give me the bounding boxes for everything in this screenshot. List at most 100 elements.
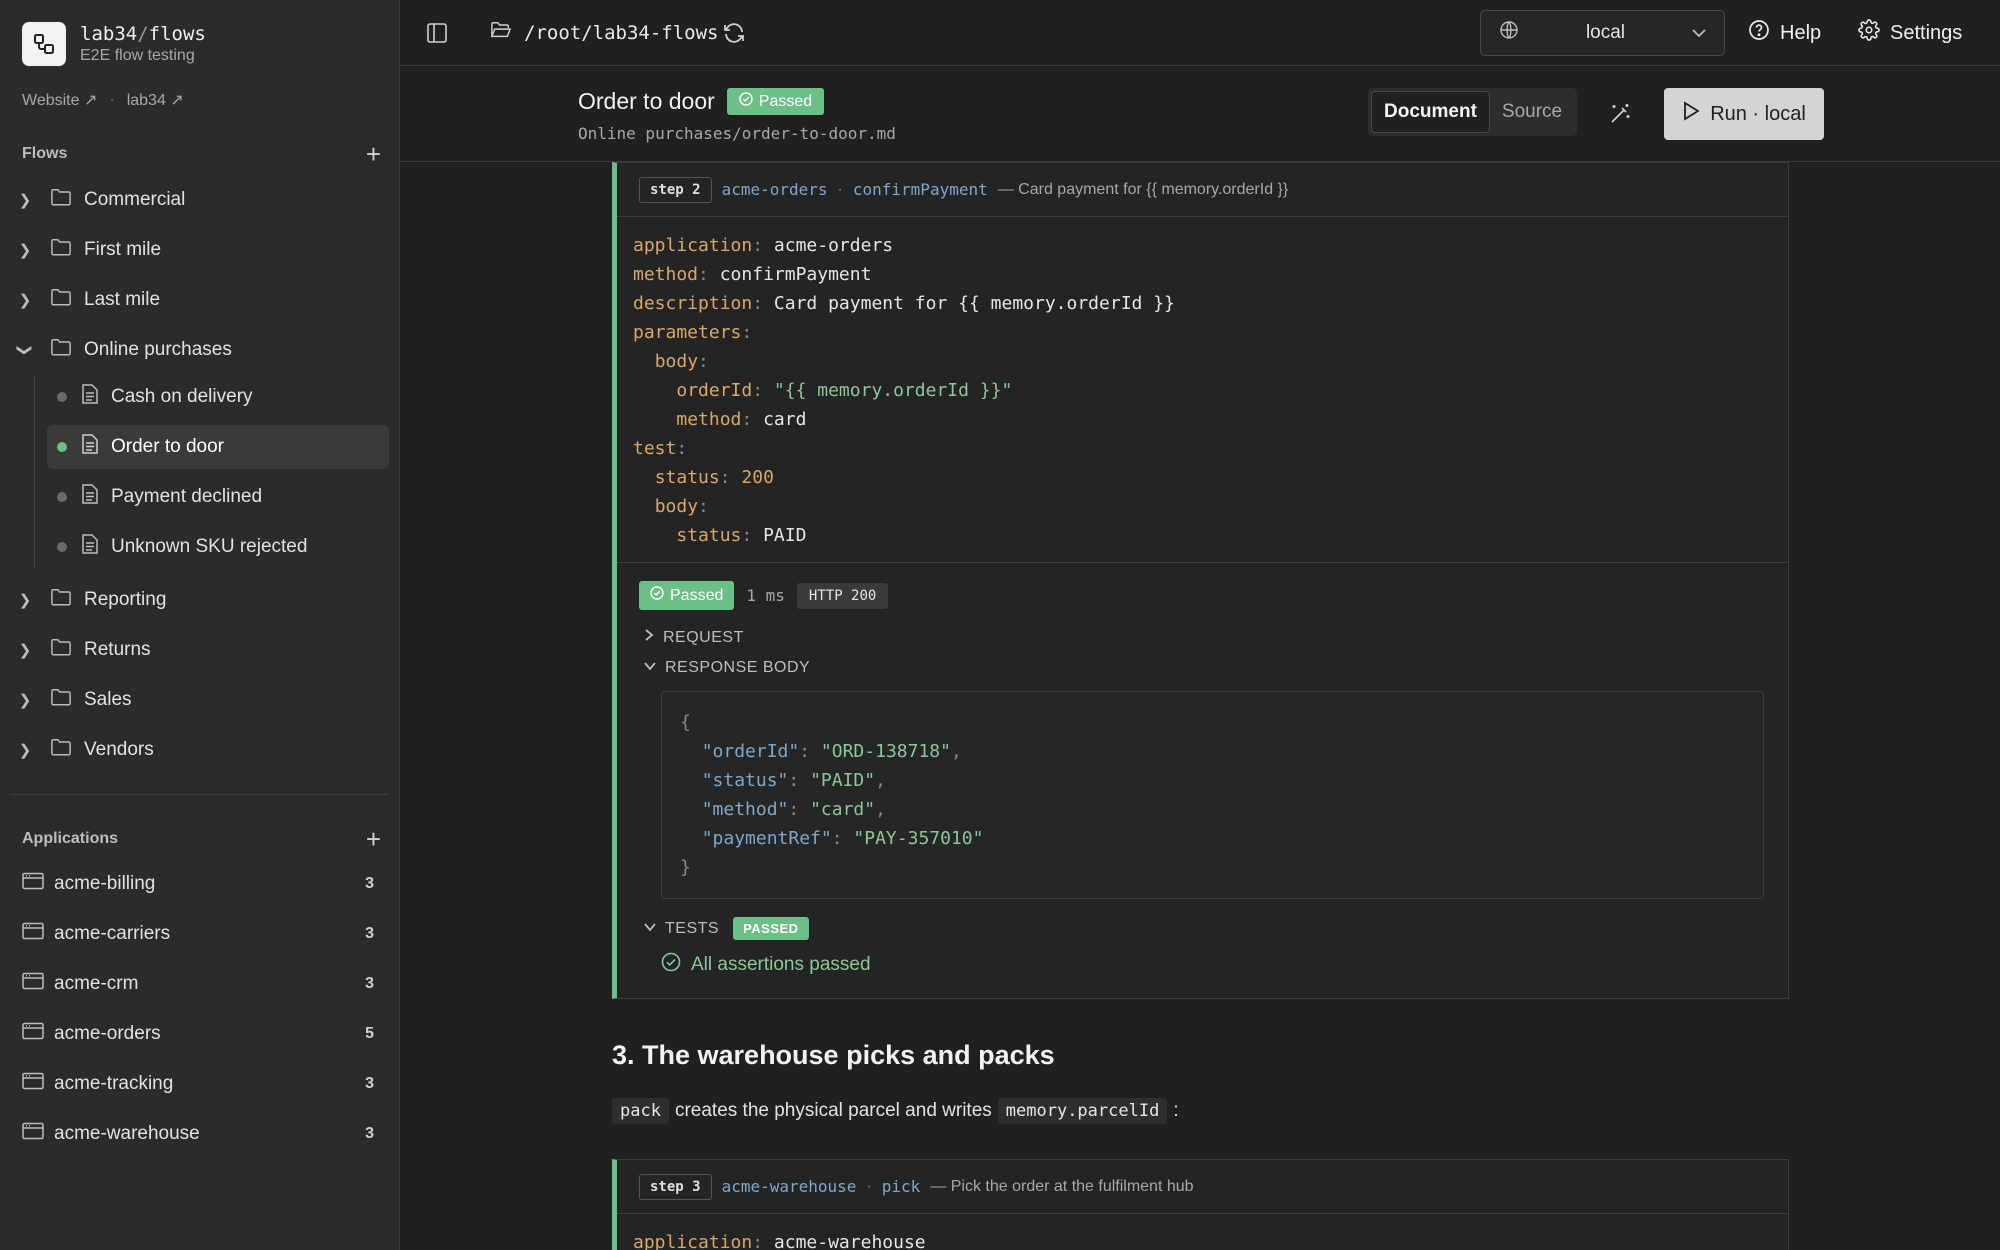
window-icon — [22, 922, 44, 946]
chevron-down-icon — [1692, 22, 1706, 44]
check-circle-icon — [739, 92, 753, 111]
folder-icon — [50, 337, 72, 363]
window-icon — [22, 1072, 44, 1096]
folder-sales[interactable]: ❯ Sales — [0, 678, 390, 722]
application-item-acme-warehouse[interactable]: acme-warehouse 3 — [0, 1112, 400, 1156]
folder-first-mile[interactable]: ❯ First mile — [0, 228, 390, 272]
step-description: — Pick the order at the fulfilment hub — [930, 1177, 1194, 1195]
folder-label: Reporting — [84, 589, 167, 610]
flow-item-label: Unknown SKU rejected — [111, 536, 308, 557]
step-yaml: application: acme-orders method: confirm… — [633, 235, 1175, 546]
flows-title: Flows — [22, 145, 68, 162]
tests-label: TESTS — [665, 919, 720, 937]
workspace-path[interactable]: /root/lab34-flows — [490, 20, 718, 46]
step-card-3: step 3 acme-warehouse · pick — Pick the … — [612, 1159, 1789, 1250]
application-label: acme-carriers — [54, 923, 171, 944]
response-body-json: { "orderId": "ORD-138718", "status": "PA… — [661, 691, 1764, 899]
paragraph-tail: : — [1173, 1100, 1179, 1121]
document-path: Online purchases/order-to-door.md — [578, 124, 896, 143]
play-icon — [1682, 101, 1700, 127]
folder-reporting[interactable]: ❯ Reporting — [0, 578, 390, 622]
application-item-acme-crm[interactable]: acme-crm 3 — [0, 962, 400, 1006]
chevron-right-icon: ❯ — [18, 642, 32, 659]
flows-header: Flows + — [22, 141, 381, 167]
application-item-acme-tracking[interactable]: acme-tracking 3 — [0, 1062, 400, 1106]
help-icon — [1748, 19, 1770, 47]
tree-guide-line — [34, 376, 35, 568]
step-method-link[interactable]: pick — [882, 1177, 921, 1196]
external-link-icon: ↗ — [170, 92, 184, 109]
step-number-badge: step 2 — [639, 176, 712, 203]
folder-online-purchases[interactable]: ❯ Online purchases — [0, 328, 390, 372]
refresh-icon[interactable] — [722, 21, 746, 45]
magic-wand-icon[interactable] — [1608, 102, 1632, 132]
tests-toggle[interactable]: TESTS PASSED — [639, 917, 1766, 940]
application-count: 3 — [365, 925, 374, 942]
flow-item-label: Cash on delivery — [111, 386, 253, 407]
tests-status-badge: PASSED — [733, 917, 809, 940]
page-title: Order to door — [578, 88, 715, 114]
settings-button[interactable]: Settings — [1858, 10, 1962, 56]
response-body-toggle[interactable]: RESPONSE BODY — [639, 659, 1766, 677]
request-label: REQUEST — [663, 628, 744, 646]
step-application-link[interactable]: acme-warehouse — [722, 1177, 857, 1196]
run-button-label: Run · local — [1710, 102, 1806, 125]
flow-item-cash-on-delivery[interactable]: Cash on delivery — [47, 375, 389, 419]
applications-title: Applications — [22, 830, 119, 847]
status-badge-label: Passed — [758, 92, 813, 110]
step-number-badge: step 3 — [639, 1173, 712, 1200]
environment-select[interactable]: local — [1480, 10, 1725, 56]
tab-document[interactable]: Document — [1371, 91, 1490, 133]
globe-icon — [1499, 20, 1519, 46]
folder-vendors[interactable]: ❯ Vendors — [0, 728, 390, 772]
application-item-acme-orders[interactable]: acme-orders 5 — [0, 1012, 400, 1056]
add-application-button[interactable]: + — [366, 826, 381, 852]
folder-label: Online purchases — [84, 339, 232, 360]
request-toggle[interactable]: REQUEST — [639, 628, 1766, 647]
step-description: — Card payment for {{ memory.orderId }} — [997, 180, 1289, 198]
assertions-result: All assertions passed — [661, 952, 1766, 998]
environment-value: local — [1585, 22, 1626, 43]
run-button[interactable]: Run · local — [1664, 88, 1824, 140]
folder-icon — [50, 637, 72, 663]
folder-label: Vendors — [84, 739, 154, 760]
application-item-acme-billing[interactable]: acme-billing 3 — [0, 862, 400, 906]
brand[interactable]: lab34/flows E2E flow testing — [22, 22, 206, 66]
folder-returns[interactable]: ❯ Returns — [0, 628, 390, 672]
folder-last-mile[interactable]: ❯ Last mile — [0, 278, 390, 322]
step-separator: · — [837, 180, 843, 198]
file-icon — [81, 483, 99, 511]
file-icon — [81, 383, 99, 411]
help-button[interactable]: Help — [1748, 10, 1821, 56]
folder-commercial[interactable]: ❯ Commercial — [0, 178, 390, 222]
application-label: acme-tracking — [54, 1073, 174, 1094]
chevron-right-icon — [643, 628, 655, 647]
step-application-link[interactable]: acme-orders — [722, 180, 828, 199]
folder-label: Sales — [84, 689, 132, 710]
step-card-2: step 2 acme-orders · confirmPayment — Ca… — [612, 162, 1789, 999]
add-flow-button[interactable]: + — [366, 141, 381, 167]
section-heading: 3. The warehouse picks and packs — [612, 1040, 1055, 1070]
website-link[interactable]: Website ↗ — [22, 90, 97, 110]
chevron-right-icon: ❯ — [18, 692, 32, 709]
chevron-right-icon: ❯ — [18, 592, 32, 609]
tab-source[interactable]: Source — [1490, 92, 1574, 132]
chevron-right-icon: ❯ — [18, 192, 32, 209]
flow-item-order-to-door[interactable]: Order to door — [47, 425, 389, 469]
check-circle-icon — [661, 952, 681, 978]
step-result: Passed 1 ms HTTP 200 REQUEST RESPONSE BO… — [617, 562, 1788, 998]
inline-code: memory.parcelId — [997, 1098, 1168, 1124]
application-item-acme-carriers[interactable]: acme-carriers 3 — [0, 912, 400, 956]
toggle-sidebar-icon[interactable] — [426, 22, 448, 44]
lab34-link[interactable]: lab34 ↗ — [127, 90, 184, 110]
inline-code: pack — [612, 1098, 669, 1124]
chevron-down-icon — [643, 920, 657, 938]
step-method-link[interactable]: confirmPayment — [853, 180, 988, 199]
link-separator: · — [109, 91, 115, 108]
folder-label: Last mile — [84, 289, 161, 310]
chevron-right-icon: ❯ — [18, 292, 32, 309]
application-count: 3 — [365, 1075, 374, 1092]
flow-item-payment-declined[interactable]: Payment declined — [47, 475, 389, 519]
flow-item-unknown-sku-rejected[interactable]: Unknown SKU rejected — [47, 525, 389, 569]
status-dot — [57, 442, 67, 452]
